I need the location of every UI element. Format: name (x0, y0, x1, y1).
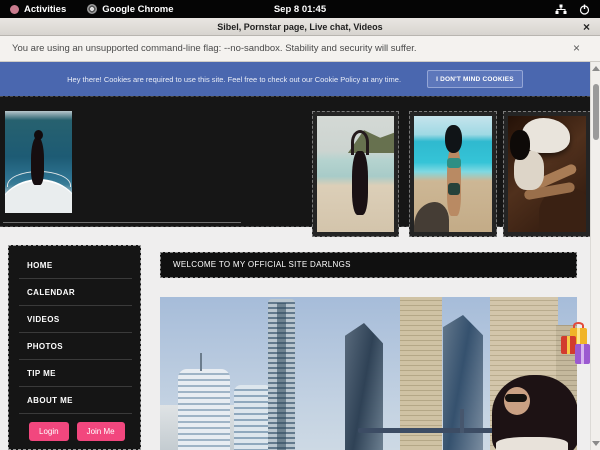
gallery-photo-card-2[interactable] (409, 111, 497, 237)
scrollbar-thumb[interactable] (593, 84, 599, 140)
web-page: Hey there! Cookies are required to use t… (0, 62, 600, 450)
page-scrollbar[interactable] (590, 62, 600, 450)
activities-button[interactable]: Activities (24, 4, 66, 15)
hair-shape (445, 125, 462, 153)
sidebar-item-label: PHOTOS (27, 342, 63, 351)
sidebar-nav: HOME CALENDAR VIDEOS PHOTOS TIP ME ABOUT… (8, 245, 141, 450)
join-button[interactable]: Join Me (77, 422, 125, 441)
scroll-up-arrow-icon[interactable] (592, 66, 600, 71)
screen: Activities Google Chrome Sep 8 01:45 (0, 0, 600, 450)
photo-header-band (0, 96, 590, 227)
sidebar-item-label: VIDEOS (27, 315, 60, 324)
system-top-bar: Activities Google Chrome Sep 8 01:45 (0, 0, 600, 18)
gallery-photo-card-3[interactable] (503, 111, 591, 237)
login-button[interactable]: Login (29, 422, 69, 441)
flag-warning-text: You are using an unsupported command-lin… (0, 43, 417, 54)
chrome-logo-icon (87, 4, 97, 14)
sidebar-item-label: CALENDAR (27, 288, 75, 297)
tower-core-shape (277, 303, 286, 450)
rocks-shape (414, 202, 449, 232)
distro-logo-icon (10, 5, 19, 14)
sidebar-item-photos[interactable]: PHOTOS (19, 333, 132, 360)
couch-photo (508, 116, 586, 232)
sidebar-item-label: TIP ME (27, 369, 56, 378)
infobar-close-icon[interactable]: × (573, 40, 580, 56)
cookie-banner: Hey there! Cookies are required to use t… (0, 62, 590, 96)
balcony-post-shape (460, 409, 464, 433)
bikini-top-shape (447, 158, 461, 168)
sidebar-item-label: HOME (27, 261, 53, 270)
figure-head-shape (34, 130, 43, 140)
profile-photo (5, 111, 72, 213)
sidebar-item-tip-me[interactable]: TIP ME (19, 360, 132, 387)
accept-cookies-button[interactable]: I DON'T MIND COOKIES (427, 70, 523, 88)
cookie-message: Hey there! Cookies are required to use t… (67, 75, 401, 84)
system-bar-left: Activities Google Chrome (0, 4, 174, 15)
window-close-icon[interactable]: × (583, 19, 590, 35)
welcome-banner: WELCOME TO MY OFFICIAL SITE DARLNGS (160, 252, 577, 278)
building-shape (234, 385, 272, 450)
hair-shape (510, 130, 530, 160)
building-shape (178, 369, 230, 450)
woman-shoulder-shape (496, 437, 568, 450)
power-icon[interactable] (579, 4, 590, 15)
sidebar-item-about-me[interactable]: ABOUT ME (19, 387, 132, 414)
gallery-photo-card-1[interactable] (312, 111, 399, 237)
sidebar-item-videos[interactable]: VIDEOS (19, 306, 132, 333)
window-titlebar: Sibel, Pornstar page, Live chat, Videos … (0, 18, 600, 36)
gift-box-shape (561, 336, 576, 354)
beach-photo (317, 116, 394, 232)
sidebar-item-home[interactable]: HOME (19, 252, 132, 279)
sidebar-item-calendar[interactable]: CALENDAR (19, 279, 132, 306)
app-menu-button[interactable]: Google Chrome (102, 4, 173, 15)
network-icon[interactable] (555, 4, 567, 15)
scroll-down-arrow-icon[interactable] (592, 441, 600, 446)
antenna-shape (200, 353, 202, 371)
sunglasses-shape (505, 394, 527, 402)
sidebar-item-label: ABOUT ME (27, 396, 73, 405)
figure-silhouette (352, 151, 367, 215)
figure-silhouette (31, 137, 44, 185)
hero-photo (160, 297, 577, 450)
gift-box-shape (575, 344, 590, 364)
window-title: Sibel, Pornstar page, Live chat, Videos (217, 22, 382, 32)
sidebar-buttons: Login Join Me (29, 422, 125, 441)
bikini-bottom-shape (448, 183, 460, 195)
flag-warning-bar: You are using an unsupported command-lin… (0, 36, 600, 62)
sea-photo (414, 116, 492, 232)
system-bar-right (555, 4, 600, 15)
divider (3, 222, 241, 223)
figure-shape (447, 146, 461, 216)
